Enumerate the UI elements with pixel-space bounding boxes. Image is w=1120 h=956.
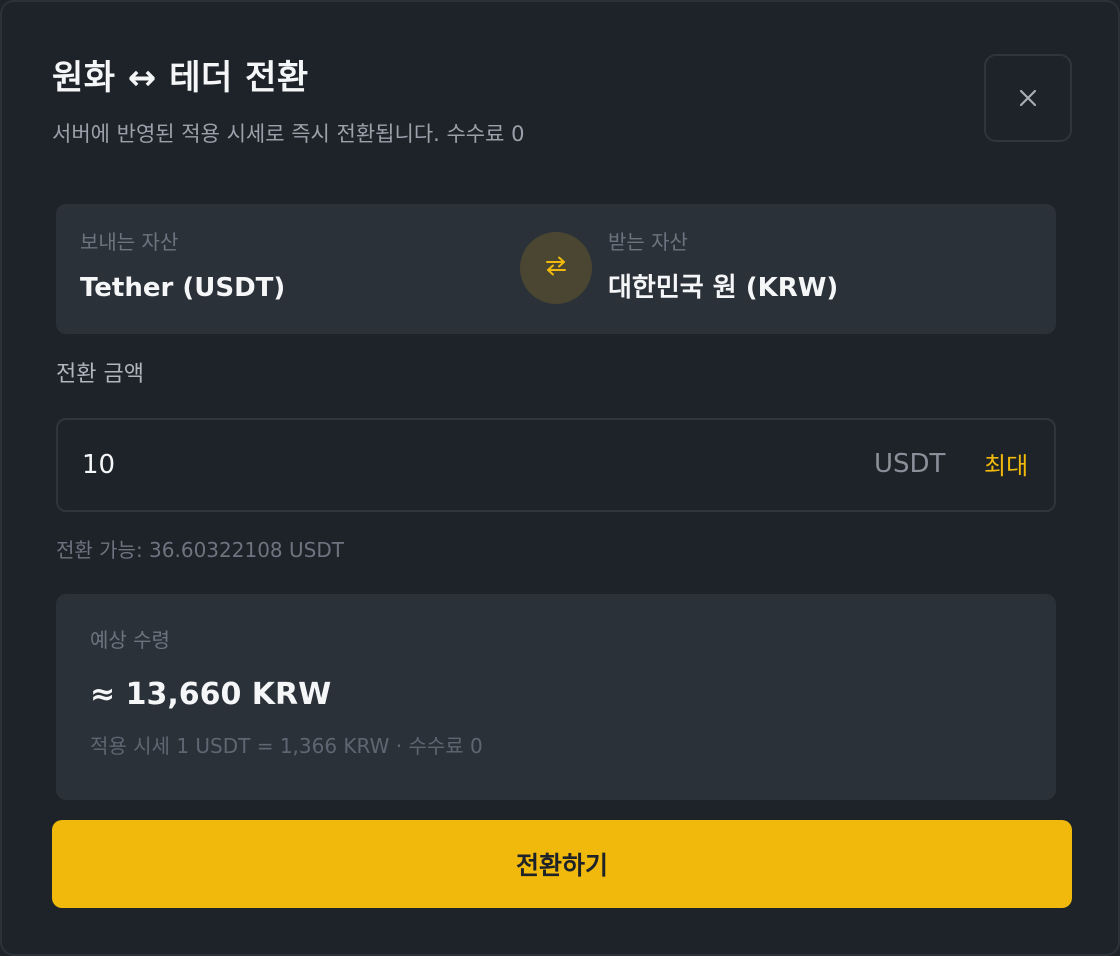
estimate-panel: 예상 수령 ≈ 13,660 KRW 적용 시세 1 USDT = 1,366 … (56, 594, 1056, 800)
max-button[interactable]: 최대 (984, 450, 1028, 482)
estimate-rate: 적용 시세 1 USDT = 1,366 KRW · 수수료 0 (90, 734, 483, 758)
to-asset-label: 받는 자산 (608, 230, 688, 254)
amount-field: USDT 최대 (56, 418, 1056, 512)
amount-label: 전환 금액 (56, 362, 144, 387)
modal-subtitle: 서버에 반영된 적용 시세로 즉시 전환됩니다. 수수료 0 (52, 122, 525, 146)
from-asset-label: 보내는 자산 (80, 230, 179, 254)
available-balance: 전환 가능: 36.60322108 USDT (56, 538, 344, 562)
estimate-value: ≈ 13,660 KRW (90, 677, 332, 712)
swap-direction-button[interactable] (520, 232, 592, 304)
convert-submit-button[interactable]: 전환하기 (52, 820, 1072, 908)
convert-modal: 원화 ↔ 테더 전환 서버에 반영된 적용 시세로 즉시 전환됩니다. 수수료 … (0, 0, 1120, 956)
from-asset-value: Tether (USDT) (80, 273, 286, 303)
to-asset[interactable]: 받는 자산 대한민국 원 (KRW) (608, 228, 838, 304)
asset-selector: 보내는 자산 Tether (USDT) 받는 자산 대한민국 원 (KRW) (56, 204, 1056, 334)
from-asset[interactable]: 보내는 자산 Tether (USDT) (80, 228, 285, 304)
swap-arrows-icon (544, 255, 568, 281)
close-button[interactable] (984, 54, 1072, 142)
amount-input[interactable] (82, 442, 842, 488)
amount-unit: USDT (874, 449, 946, 479)
close-icon (1018, 88, 1038, 108)
to-asset-value: 대한민국 원 (KRW) (608, 273, 839, 303)
modal-title: 원화 ↔ 테더 전환 (52, 58, 309, 98)
estimate-label: 예상 수령 (90, 628, 170, 652)
